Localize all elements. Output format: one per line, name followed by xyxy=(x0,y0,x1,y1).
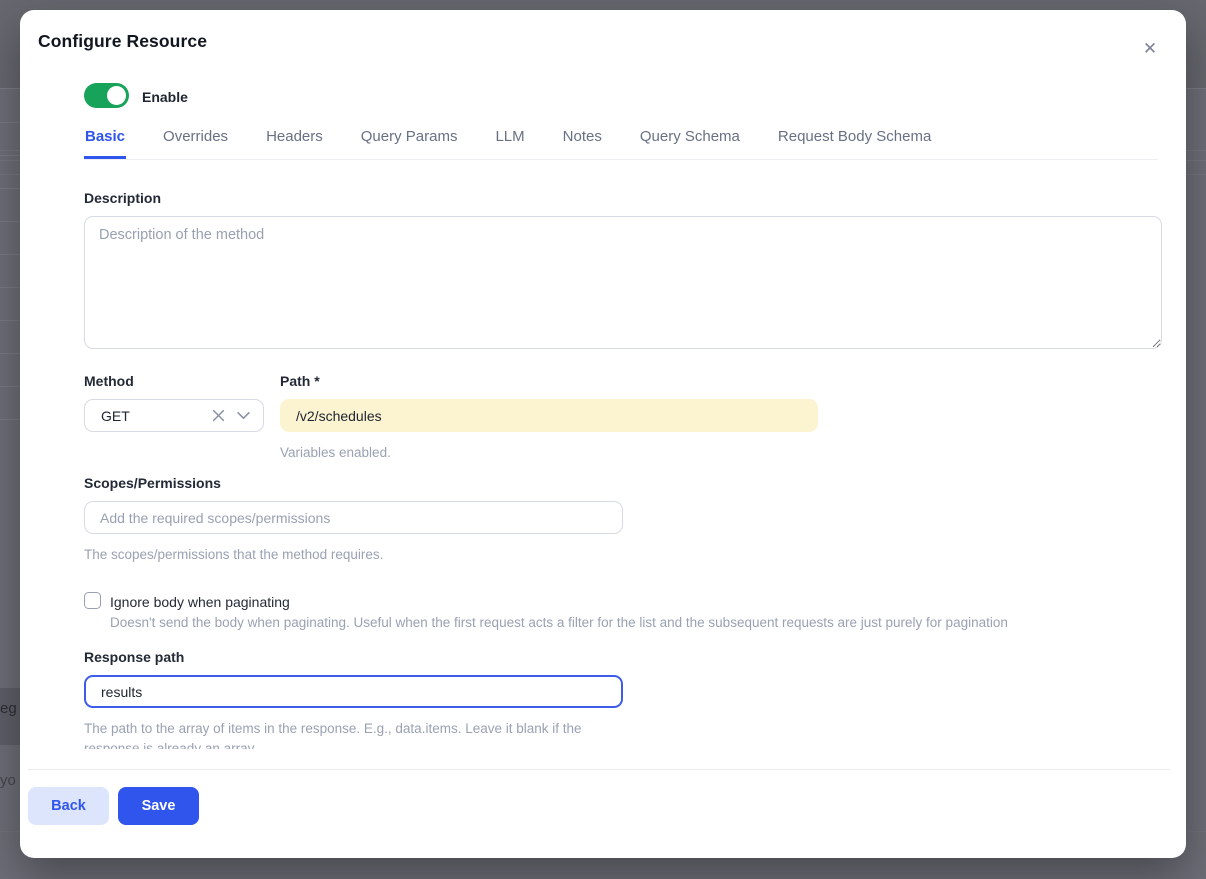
tab-basic[interactable]: Basic xyxy=(84,128,126,159)
scopes-input[interactable] xyxy=(84,501,623,534)
description-label: Description xyxy=(84,190,161,206)
background-text-fragment: yo xyxy=(0,772,16,789)
save-button[interactable]: Save xyxy=(118,787,199,825)
response-path-input[interactable] xyxy=(84,675,623,708)
close-icon[interactable]: ✕ xyxy=(1138,37,1162,61)
path-label: Path * xyxy=(280,373,320,389)
description-textarea[interactable] xyxy=(84,216,1162,349)
tab-headers[interactable]: Headers xyxy=(265,128,324,159)
ignore-body-helper-text: Doesn't send the body when paginating. U… xyxy=(110,613,1008,633)
method-label: Method xyxy=(84,373,134,389)
enable-toggle-label: Enable xyxy=(142,89,188,105)
scopes-helper-text: The scopes/permissions that the method r… xyxy=(84,545,383,565)
tab-notes[interactable]: Notes xyxy=(562,128,603,159)
ignore-body-label[interactable]: Ignore body when paginating xyxy=(110,594,290,610)
method-select[interactable]: GET xyxy=(84,399,264,432)
tab-request-body-schema[interactable]: Request Body Schema xyxy=(777,128,932,159)
dialog-title: Configure Resource xyxy=(38,31,207,52)
tab-query-schema[interactable]: Query Schema xyxy=(639,128,741,159)
clear-selection-icon[interactable] xyxy=(212,409,225,422)
response-path-label: Response path xyxy=(84,649,184,665)
configure-resource-dialog: Configure Resource ✕ Enable Basic Overri… xyxy=(20,10,1186,858)
dialog-tab-bar: Basic Overrides Headers Query Params LLM… xyxy=(84,128,1158,160)
response-path-helper-text: The path to the array of items in the re… xyxy=(84,719,618,749)
back-button[interactable]: Back xyxy=(28,787,109,825)
tab-query-params[interactable]: Query Params xyxy=(360,128,459,159)
path-input[interactable] xyxy=(280,399,818,432)
toggle-knob xyxy=(107,86,126,105)
chevron-down-icon[interactable] xyxy=(237,411,250,420)
background-text-fragment: eg xyxy=(0,700,17,717)
scopes-label: Scopes/Permissions xyxy=(84,475,221,491)
footer-divider xyxy=(28,769,1170,770)
enable-toggle[interactable] xyxy=(84,83,129,108)
tab-overrides[interactable]: Overrides xyxy=(162,128,229,159)
tab-llm[interactable]: LLM xyxy=(494,128,525,159)
path-helper-text: Variables enabled. xyxy=(280,443,391,463)
method-selected-value: GET xyxy=(101,408,212,424)
ignore-body-checkbox[interactable] xyxy=(84,592,101,609)
